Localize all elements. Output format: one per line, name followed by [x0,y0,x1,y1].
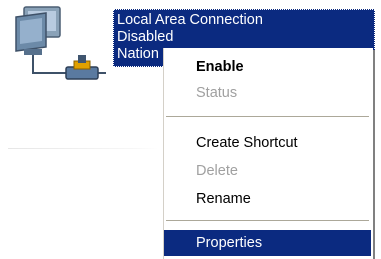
menu-separator [166,116,369,117]
group-divider [8,148,158,149]
connection-name: Local Area Connection [117,12,263,28]
menu-item-enable[interactable]: Enable [164,54,371,80]
connection-status: Disabled [117,29,174,45]
menu-item-delete: Delete [196,163,238,179]
menu-item-status: Status [196,85,238,101]
menu-item-properties[interactable]: Properties [164,230,371,256]
network-connection-icon [15,6,106,80]
menu-separator [166,220,369,221]
menu-item-create-shortcut[interactable]: Create Shortcut [164,130,371,156]
menu-item-rename[interactable]: Rename [164,186,371,212]
context-menu[interactable]: Enable Status Create Shortcut Delete Ren… [163,48,373,259]
